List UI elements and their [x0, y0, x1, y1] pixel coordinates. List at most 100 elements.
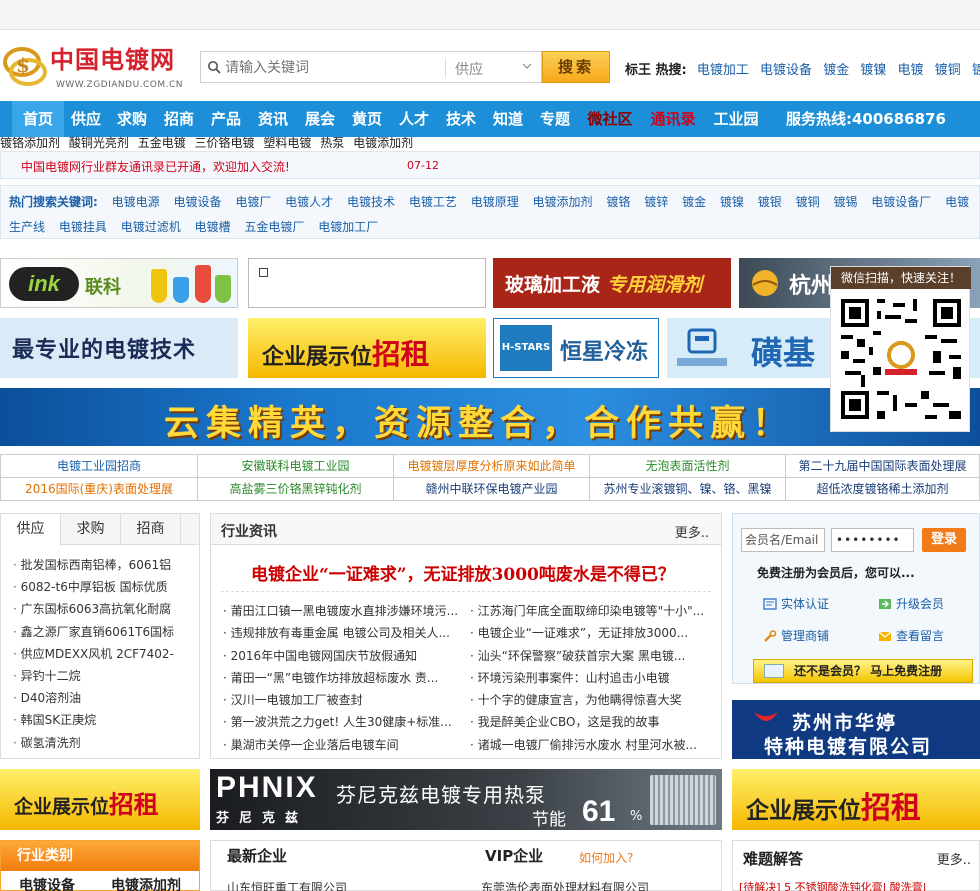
keyword-link[interactable]: 电镀厂: [235, 195, 271, 209]
partner-link[interactable]: 电镀镀层厚度分析原来如此简单: [394, 455, 590, 478]
nav-item-supply[interactable]: 供应: [64, 101, 108, 137]
keyword-link[interactable]: 电镀过滤机: [121, 220, 181, 234]
news-item[interactable]: 汉川一电镀加工厂被查封: [223, 689, 463, 711]
partner-link[interactable]: 第二十九届中国国际表面处理展: [786, 455, 979, 478]
list-item[interactable]: D40溶剂油: [13, 687, 174, 709]
nav-item-news[interactable]: 资讯: [251, 101, 295, 137]
nav-item-home[interactable]: 首页: [12, 101, 64, 137]
news-item[interactable]: 莆田一“黑”电镀作坊排放超标废水 责...: [223, 667, 463, 689]
nav-item-directory[interactable]: 通讯录: [643, 101, 703, 137]
partner-link[interactable]: 苏州专业滚镀铜、镍、铬、黑镍: [590, 478, 786, 501]
hot-link[interactable]: 电镀加工: [697, 63, 749, 78]
keyword-link[interactable]: 电镀原理: [471, 195, 519, 209]
password-input[interactable]: ••••••••: [831, 528, 914, 552]
tab-invest[interactable]: 招商: [121, 514, 181, 545]
partner-link[interactable]: 赣州中联环保电镀产业园: [394, 478, 590, 501]
keyword-link[interactable]: 电镀人才: [285, 195, 333, 209]
keyword-link[interactable]: 电镀加工厂: [318, 220, 378, 234]
keyword-link[interactable]: 五金电镀厂: [244, 220, 304, 234]
partner-link[interactable]: 超低浓度镀铬稀土添加剂: [786, 478, 979, 501]
news-item[interactable]: 我是醉美企业CBO，这是我的故事: [470, 711, 710, 733]
tab-vip-companies[interactable]: VIP企业: [485, 841, 543, 872]
keyword-link[interactable]: 镀锌: [644, 195, 668, 209]
hot-link[interactable]: 镀镍: [860, 63, 886, 78]
keyword-link[interactable]: 电镀挂具: [59, 220, 107, 234]
keyword-link[interactable]: 镀银: [758, 195, 782, 209]
nav-item-invest[interactable]: 招商: [157, 101, 201, 137]
qa-more-link[interactable]: 更多..: [937, 849, 971, 868]
banner-ad-space[interactable]: 企业展示位招租: [732, 769, 980, 830]
search-category-select[interactable]: 供应: [455, 59, 483, 79]
banner-pro-tech[interactable]: 最专业的电镀技术: [0, 318, 238, 378]
banner-ad-space[interactable]: 企业展示位招租: [248, 318, 486, 378]
keyword-link[interactable]: 镀铬: [606, 195, 630, 209]
keyword-link[interactable]: 电镀技术: [347, 195, 395, 209]
news-item[interactable]: 江苏海门年底全面取缔印染电镀等"十小"...: [470, 600, 710, 622]
search-input[interactable]: [225, 54, 443, 80]
keyword-link[interactable]: 镀锡: [833, 195, 857, 209]
keyword-link[interactable]: 电镀电源: [112, 195, 160, 209]
list-item[interactable]: 供应MDEXX风机 2CF7402-: [13, 643, 174, 665]
tab-latest-companies[interactable]: 最新企业: [227, 841, 287, 872]
site-logo[interactable]: $ 中国电镀网 WWW.ZGDIANDU.COM.CN: [2, 36, 192, 94]
tab-buy[interactable]: 求购: [61, 514, 121, 545]
how-to-join-link[interactable]: 如何加入?: [579, 849, 633, 866]
hot-link[interactable]: 电镀: [898, 63, 924, 78]
keyword-link[interactable]: 电镀设备: [173, 195, 221, 209]
username-input[interactable]: 会员名/Email: [741, 528, 825, 552]
verify-link[interactable]: 实体认证: [763, 595, 829, 612]
nav-item-talent[interactable]: 人才: [392, 101, 436, 137]
tab-supply[interactable]: 供应: [1, 514, 61, 546]
banner-link-tech[interactable]: ink 联科: [0, 258, 238, 308]
nav-item-products[interactable]: 产品: [204, 101, 248, 137]
subnav-link[interactable]: 电镀添加剂: [353, 136, 413, 150]
news-item[interactable]: 2016年中国电镀网国庆节放假通知: [223, 645, 463, 667]
nav-item-buy[interactable]: 求购: [110, 101, 154, 137]
hot-link[interactable]: 电镀设备: [760, 63, 812, 78]
company-row[interactable]: 东莞浩伦表面处理材料有限公司: [481, 879, 649, 891]
news-item[interactable]: 第一波洪荒之力get! 人生30健康+标准...: [223, 711, 463, 733]
banner-phnix[interactable]: PHNIX 芬尼克兹 芬尼克兹电镀专用热泵 节能 61 %: [210, 769, 722, 830]
list-item[interactable]: 碳氢清洗剂: [13, 732, 174, 754]
wechat-qr-float[interactable]: 微信扫描，快速关注！: [830, 266, 971, 432]
list-item[interactable]: 韩国SK正庚烷: [13, 709, 174, 731]
hot-link[interactable]: 镀金: [823, 63, 849, 78]
news-item[interactable]: 巢湖市关停一企业落后电镀车间: [223, 734, 463, 756]
subnav-link[interactable]: 热泵: [320, 136, 344, 150]
partner-link[interactable]: 无泡表面活性剂: [590, 455, 786, 478]
chevron-down-icon[interactable]: [521, 60, 533, 72]
company-row[interactable]: 山东恒旺重工有限公司: [227, 879, 347, 891]
partner-link[interactable]: 安徽联科电镀工业园: [198, 455, 394, 478]
nav-item-yellowpages[interactable]: 黄页: [345, 101, 389, 137]
news-item[interactable]: 十个字的健康宣言，为他瞒得惊喜大奖: [470, 689, 710, 711]
hot-link[interactable]: 镀锌: [972, 63, 980, 78]
subnav-link[interactable]: 镀铬添加剂: [0, 136, 60, 150]
keyword-link[interactable]: 镀铜: [796, 195, 820, 209]
news-item[interactable]: 诸城一电镀厂偷排污水废水 村里河水被...: [470, 734, 710, 756]
list-item[interactable]: 批发国标西南铝棒，6061铝: [13, 554, 174, 576]
keyword-link[interactable]: 电镀添加剂: [533, 195, 593, 209]
category-link[interactable]: 电镀添加剂: [111, 875, 181, 891]
search-button[interactable]: 搜索: [542, 51, 610, 83]
news-headline[interactable]: 电镀企业“一证难求”，无证排放3000吨废水是不得已？: [251, 560, 675, 585]
nav-item-topics[interactable]: 专题: [533, 101, 577, 137]
nav-item-expo[interactable]: 展会: [298, 101, 342, 137]
subnav-link[interactable]: 三价铬电镀: [195, 136, 255, 150]
partner-link[interactable]: 高盐雾三价铬黑锌钝化剂: [198, 478, 394, 501]
hot-link[interactable]: 镀铜: [935, 63, 961, 78]
nav-item-community[interactable]: 微社区: [580, 101, 640, 137]
upgrade-link[interactable]: 升级会员: [878, 595, 944, 612]
banner-huating[interactable]: 苏州市华婷 特种电镀有限公司: [732, 700, 980, 759]
notice-text[interactable]: 中国电镀网行业群友通讯录已开通，欢迎加入交流!: [21, 158, 290, 175]
partner-link[interactable]: 2016国际(重庆)表面处理展: [1, 478, 198, 501]
news-more-link[interactable]: 更多..: [675, 522, 709, 541]
list-item[interactable]: 鑫之源厂家直销6061T6国标: [13, 621, 175, 643]
banner-hengxing[interactable]: H-STARS 恒星冷冻: [493, 318, 659, 378]
nav-item-tech[interactable]: 技术: [439, 101, 483, 137]
news-item[interactable]: 汕头“环保警察”破获首宗大案 黑电镀...: [470, 645, 710, 667]
subnav-link[interactable]: 塑料电镀: [263, 136, 311, 150]
login-button[interactable]: 登录: [922, 528, 966, 552]
qa-row[interactable]: [待解决] 5 不锈钢酸洗钝化膏| 酸洗膏|: [739, 879, 926, 891]
banner-ad-space[interactable]: 企业展示位招租: [0, 769, 200, 830]
manage-shop-link[interactable]: 管理商铺: [763, 627, 829, 644]
